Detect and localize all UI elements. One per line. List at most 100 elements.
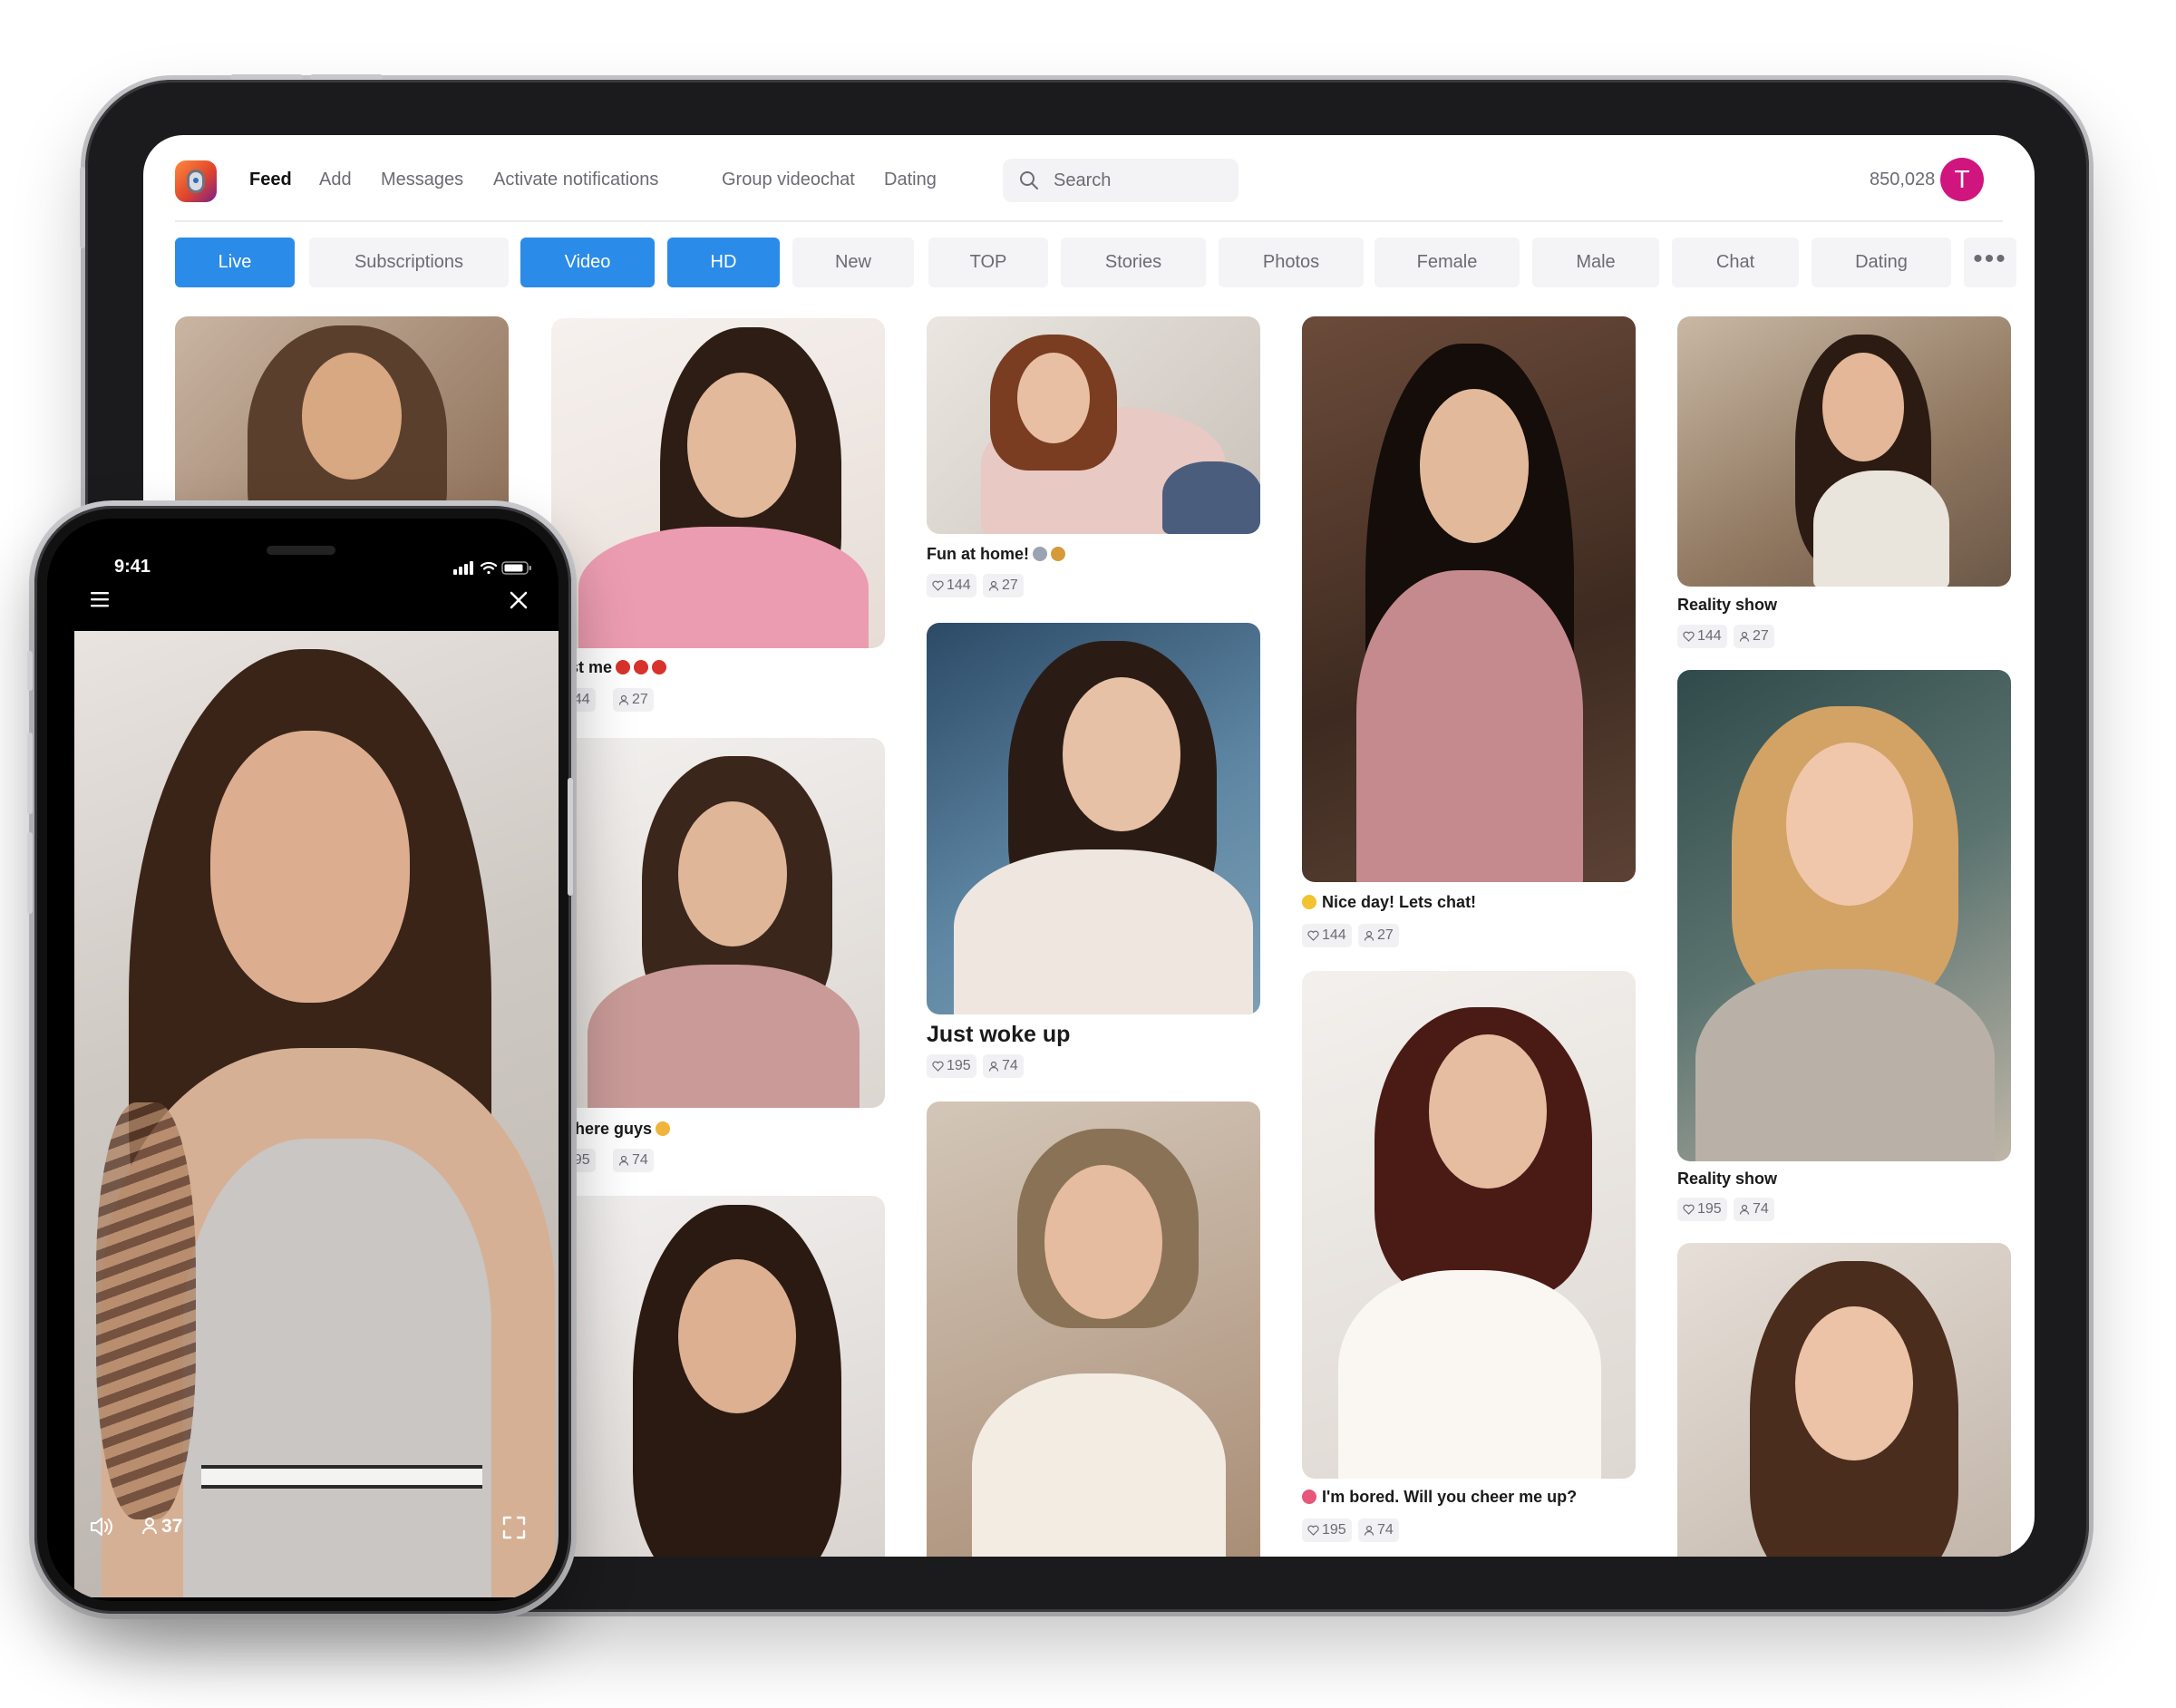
heart-icon xyxy=(1683,631,1695,642)
filter-chat[interactable]: Chat xyxy=(1672,238,1799,287)
card-caption: Fun at home! xyxy=(927,545,1065,564)
viewers-count: 74 xyxy=(613,1149,654,1172)
live-video[interactable] xyxy=(74,631,559,1597)
tablet-top-button xyxy=(310,74,383,80)
magnifier-icon xyxy=(1033,547,1047,561)
feed-photo[interactable] xyxy=(175,316,509,534)
tablet-side-button xyxy=(80,167,85,248)
more-filters-button[interactable]: ••• xyxy=(1964,238,2016,287)
filter-male[interactable]: Male xyxy=(1532,238,1659,287)
phone-side-button xyxy=(27,651,33,691)
feed-photo[interactable] xyxy=(551,318,885,648)
search-input[interactable]: Search xyxy=(1003,159,1239,202)
likes-count[interactable]: 144 xyxy=(1677,625,1727,648)
video-subject xyxy=(210,731,410,1003)
user-icon xyxy=(988,580,999,591)
likes-count[interactable]: 195 xyxy=(1677,1198,1727,1221)
filter-new[interactable]: New xyxy=(792,238,914,287)
card-caption: Reality show xyxy=(1677,596,1778,614)
filter-live[interactable]: Live xyxy=(175,238,295,287)
close-icon[interactable] xyxy=(510,591,528,609)
card-caption: st me xyxy=(569,658,667,677)
feed-photo[interactable] xyxy=(927,1101,1260,1557)
user-icon xyxy=(1364,1525,1375,1536)
online-counter: 850,028 xyxy=(1870,170,1936,189)
volume-control[interactable] xyxy=(89,1516,114,1542)
filter-top[interactable]: TOP xyxy=(928,238,1048,287)
heart-icon xyxy=(1307,930,1319,941)
user-icon xyxy=(1364,930,1375,941)
lips-icon xyxy=(616,660,631,674)
status-time: 9:41 xyxy=(114,557,151,577)
wifi-icon xyxy=(480,561,498,575)
lips-icon xyxy=(652,660,667,674)
bow-icon xyxy=(1302,1490,1316,1504)
viewers-count: 74 xyxy=(983,1054,1024,1078)
filter-hd[interactable]: HD xyxy=(667,238,780,287)
fullscreen-icon[interactable] xyxy=(502,1516,526,1539)
user-icon xyxy=(142,1518,157,1535)
viewer-count: 37 xyxy=(141,1516,182,1538)
likes-count[interactable]: 144 xyxy=(1302,924,1352,947)
nav-activate-notifications[interactable]: Activate notifications xyxy=(493,170,658,190)
feed-photo[interactable] xyxy=(927,316,1260,534)
card-caption: Nice day! Lets chat! xyxy=(1302,893,1476,912)
filter-photos[interactable]: Photos xyxy=(1219,238,1364,287)
phone-device: 9:41 37 xyxy=(27,506,573,1614)
hamburger-icon[interactable] xyxy=(91,591,111,607)
viewers-count: 74 xyxy=(1358,1519,1399,1542)
viewers-count: 27 xyxy=(1358,924,1399,947)
heart-icon xyxy=(1683,1204,1695,1215)
filter-subscriptions[interactable]: Subscriptions xyxy=(309,238,509,287)
filter-dating[interactable]: Dating xyxy=(1812,238,1951,287)
viewers-count: 74 xyxy=(1734,1198,1774,1221)
avatar[interactable]: T xyxy=(1940,158,1984,201)
feed-photo[interactable] xyxy=(551,1196,885,1557)
filter-female[interactable]: Female xyxy=(1375,238,1520,287)
nav-feed[interactable]: Feed xyxy=(249,170,292,190)
heart-icon xyxy=(1307,1525,1319,1536)
lips-icon xyxy=(634,660,649,674)
tablet-top-button xyxy=(230,74,303,80)
nav-dating[interactable]: Dating xyxy=(884,170,937,190)
phone-side-button xyxy=(27,733,33,814)
top-nav: Feed Add Messages Activate notifications… xyxy=(143,135,2035,220)
viewers-count: 27 xyxy=(983,574,1024,597)
feed-photo[interactable] xyxy=(1677,670,2011,1161)
nav-add[interactable]: Add xyxy=(319,170,352,190)
app-logo[interactable] xyxy=(175,160,217,202)
card-caption: Reality show xyxy=(1677,1169,1778,1188)
viewers-count: 27 xyxy=(1734,625,1774,648)
likes-count[interactable]: 195 xyxy=(1302,1519,1352,1542)
feed-photo[interactable] xyxy=(927,623,1260,1014)
nav-group-videochat[interactable]: Group videochat xyxy=(722,170,855,190)
nav-messages[interactable]: Messages xyxy=(381,170,463,190)
filter-video[interactable]: Video xyxy=(520,238,655,287)
user-icon xyxy=(1739,1204,1750,1215)
phone-side-button xyxy=(27,832,33,914)
user-icon xyxy=(988,1061,999,1072)
card-caption: I'm bored. Will you cheer me up? xyxy=(1302,1488,1577,1507)
smile-icon xyxy=(1302,895,1316,909)
feed-photo[interactable] xyxy=(1302,316,1636,882)
feed-photo[interactable] xyxy=(551,738,885,1108)
filter-stories[interactable]: Stories xyxy=(1061,238,1206,287)
viewers-count: 27 xyxy=(613,688,654,712)
likes-count[interactable]: 144 xyxy=(927,574,976,597)
hand-icon xyxy=(656,1121,671,1136)
feed-photo[interactable] xyxy=(1302,971,1636,1479)
battery-icon xyxy=(501,561,531,575)
plant-icon xyxy=(1051,547,1065,561)
feed-photo[interactable] xyxy=(1677,1243,2011,1557)
feed-photo[interactable] xyxy=(1677,316,2011,587)
likes-count[interactable]: 195 xyxy=(927,1054,976,1078)
heart-icon xyxy=(932,580,944,591)
signal-icon xyxy=(453,561,473,575)
nav-divider xyxy=(175,220,2003,222)
phone-notch xyxy=(176,519,430,577)
phone-screen: 9:41 37 xyxy=(47,519,559,1601)
card-caption: Just woke up xyxy=(927,1022,1071,1047)
heart-icon xyxy=(932,1061,944,1072)
phone-power-button xyxy=(568,778,573,896)
user-icon xyxy=(618,694,629,705)
